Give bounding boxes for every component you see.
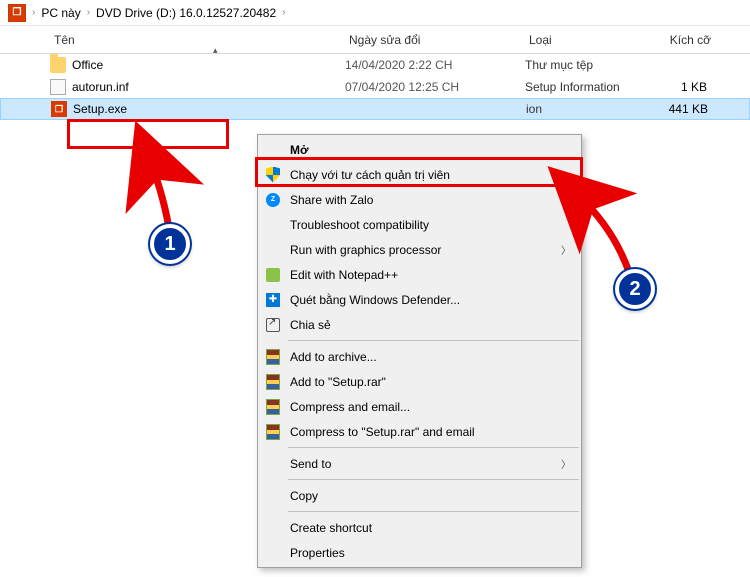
menu-separator bbox=[288, 340, 579, 341]
chevron-right-icon: › bbox=[87, 7, 90, 18]
header-type[interactable]: Loại bbox=[525, 27, 635, 53]
menu-open[interactable]: Mở bbox=[258, 137, 581, 162]
context-menu: Mở Chạy với tư cách quản trị viên Z Shar… bbox=[257, 134, 582, 568]
header-date[interactable]: Ngày sửa đổi bbox=[345, 27, 525, 53]
winrar-icon bbox=[264, 398, 282, 416]
defender-icon: ✚ bbox=[264, 291, 282, 309]
column-headers[interactable]: Tên Ngày sửa đổi Loại Kích cỡ bbox=[0, 26, 750, 54]
menu-troubleshoot[interactable]: Troubleshoot compatibility bbox=[258, 212, 581, 237]
office-setup-icon: ❐ bbox=[51, 101, 67, 117]
file-size: 1 KB bbox=[635, 80, 715, 94]
list-item[interactable]: Office 14/04/2020 2:22 CH Thư mục tệp bbox=[0, 54, 750, 76]
office-drive-icon: ❐ bbox=[8, 4, 26, 22]
winrar-icon bbox=[264, 373, 282, 391]
header-size[interactable]: Kích cỡ bbox=[635, 27, 715, 53]
chevron-right-icon: 〉 bbox=[561, 456, 571, 471]
menu-send-to[interactable]: Send to 〉 bbox=[258, 451, 581, 476]
file-type: ion bbox=[526, 102, 636, 116]
menu-compress-setup-email[interactable]: Compress to "Setup.rar" and email bbox=[258, 419, 581, 444]
menu-add-archive[interactable]: Add to archive... bbox=[258, 344, 581, 369]
shield-icon bbox=[264, 166, 282, 184]
share-icon bbox=[264, 316, 282, 334]
menu-compress-email[interactable]: Compress and email... bbox=[258, 394, 581, 419]
menu-copy[interactable]: Copy bbox=[258, 483, 581, 508]
menu-separator bbox=[288, 511, 579, 512]
file-name: autorun.inf bbox=[72, 80, 129, 94]
menu-separator bbox=[288, 447, 579, 448]
menu-share-zalo[interactable]: Z Share with Zalo bbox=[258, 187, 581, 212]
file-date: 14/04/2020 2:22 CH bbox=[345, 58, 525, 72]
menu-separator bbox=[288, 479, 579, 480]
breadcrumb-location[interactable]: DVD Drive (D:) 16.0.12527.20482 bbox=[96, 6, 276, 20]
file-list: Office 14/04/2020 2:22 CH Thư mục tệp au… bbox=[0, 54, 750, 120]
chevron-right-icon: › bbox=[282, 7, 285, 18]
chevron-right-icon: › bbox=[32, 7, 35, 18]
file-date: 07/04/2020 12:25 CH bbox=[345, 80, 525, 94]
file-type: Setup Information bbox=[525, 80, 635, 94]
list-item-selected[interactable]: ❐ Setup.exe ion 441 KB bbox=[0, 98, 750, 120]
file-name: Office bbox=[72, 58, 103, 72]
notepadpp-icon bbox=[264, 266, 282, 284]
file-type: Thư mục tệp bbox=[525, 58, 635, 72]
file-size: 441 KB bbox=[636, 102, 716, 116]
annotation-badge-2: 2 bbox=[615, 269, 655, 309]
arrow-2 bbox=[578, 195, 630, 275]
chevron-right-icon: 〉 bbox=[561, 242, 571, 257]
menu-share[interactable]: Chia sẻ bbox=[258, 312, 581, 337]
winrar-icon bbox=[264, 348, 282, 366]
winrar-icon bbox=[264, 423, 282, 441]
file-name: Setup.exe bbox=[73, 102, 127, 116]
annotation-highlight-1 bbox=[67, 119, 229, 149]
menu-add-setuprar[interactable]: Add to "Setup.rar" bbox=[258, 369, 581, 394]
file-icon bbox=[50, 79, 66, 95]
menu-notepadpp[interactable]: Edit with Notepad++ bbox=[258, 262, 581, 287]
menu-defender[interactable]: ✚ Quét bằng Windows Defender... bbox=[258, 287, 581, 312]
list-item[interactable]: autorun.inf 07/04/2020 12:25 CH Setup In… bbox=[0, 76, 750, 98]
annotation-badge-1: 1 bbox=[150, 224, 190, 264]
menu-run-gpu[interactable]: Run with graphics processor 〉 bbox=[258, 237, 581, 262]
menu-run-as-admin[interactable]: Chạy với tư cách quản trị viên bbox=[258, 162, 581, 187]
breadcrumb[interactable]: ❐ › PC này › DVD Drive (D:) 16.0.12527.2… bbox=[0, 0, 750, 26]
zalo-icon: Z bbox=[264, 191, 282, 209]
header-name[interactable]: Tên bbox=[50, 27, 345, 53]
menu-create-shortcut[interactable]: Create shortcut bbox=[258, 515, 581, 540]
menu-properties[interactable]: Properties bbox=[258, 540, 581, 565]
folder-icon bbox=[50, 57, 66, 73]
breadcrumb-root[interactable]: PC này bbox=[41, 6, 80, 20]
